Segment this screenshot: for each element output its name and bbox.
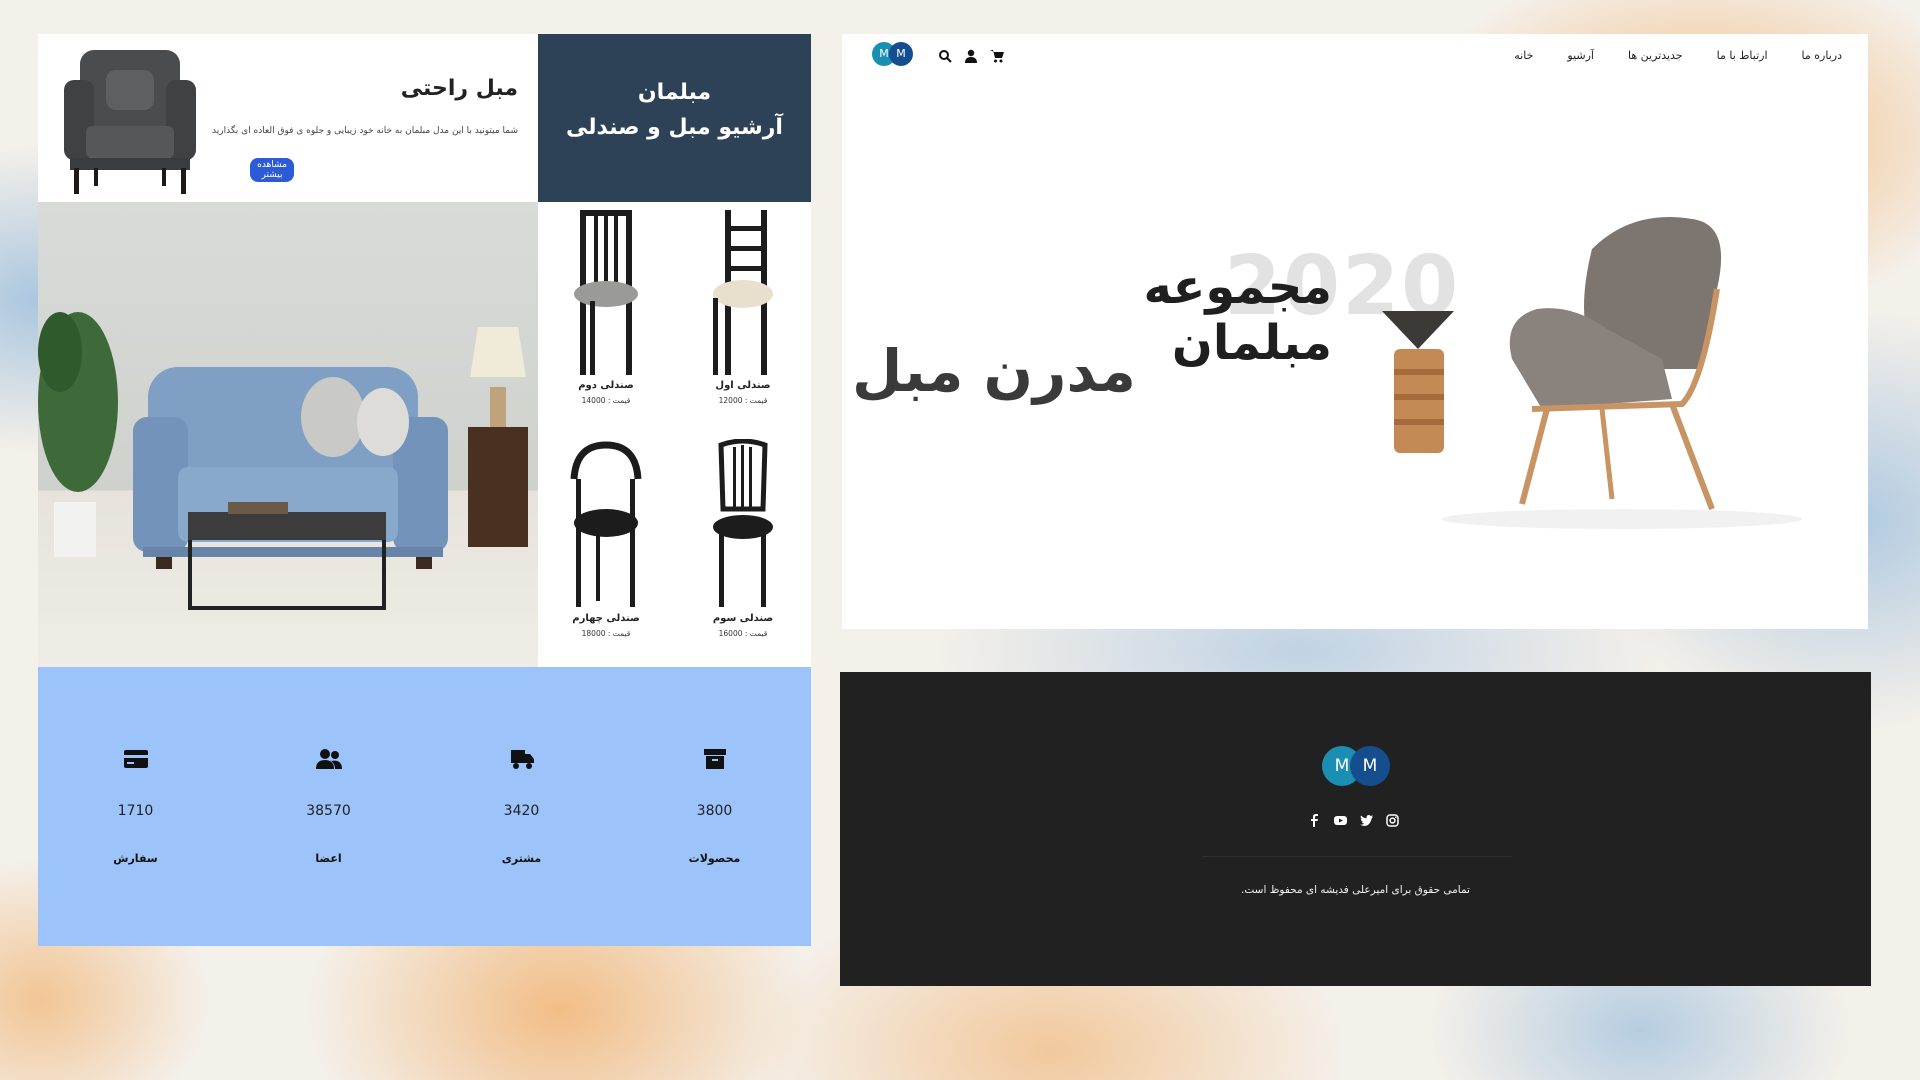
left-page-screenshot: مبل راحتی شما میتونید با این مدل مبلمان …: [38, 34, 811, 946]
social-links: [1308, 812, 1399, 827]
stat-value: 3800: [696, 803, 733, 819]
users-icon: [316, 749, 342, 769]
chairs-grid: صندلی اول قیمت : 12000 صندلی دوم قیمت : …: [538, 202, 811, 667]
stat-label: اعضا: [315, 852, 342, 865]
chair-price: قیمت : 18000: [581, 629, 631, 638]
hero-description: شما میتونید با این مدل مبلمان به خانه خو…: [212, 126, 518, 136]
stat-value: 38570: [306, 803, 351, 819]
nav-archive[interactable]: آرشیو: [1567, 49, 1594, 62]
card-icon: [124, 750, 148, 768]
footer-screenshot: M M تمامی حقوق برای امیرعلی فدیشه ای محف…: [840, 672, 1871, 986]
nav-icons: [938, 48, 1004, 63]
nav-home[interactable]: خانه: [1514, 49, 1533, 62]
footer-logo[interactable]: M M: [1322, 746, 1390, 788]
headline-line2: مدرن مبل: [852, 337, 1136, 405]
stat-value: 1710: [117, 803, 154, 819]
chair-price: قیمت : 12000: [718, 396, 768, 405]
chair-price: قیمت : 14000: [581, 396, 631, 405]
footer-divider: [1202, 856, 1512, 857]
cart-icon[interactable]: [990, 48, 1004, 63]
stat-members: 38570 اعضا: [232, 667, 425, 946]
stats-section: 3800 محصولات 3420 مشتری 38570 اعضا 1710 …: [38, 667, 811, 946]
chair-image: [713, 439, 773, 607]
navbar: M M خانه آرشیو جدیدترین ها ارتباط با ما …: [842, 34, 1868, 78]
right-page-screenshot: M M خانه آرشیو جدیدترین ها ارتباط با ما …: [842, 34, 1868, 629]
stat-orders: 1710 سفارش: [39, 667, 232, 946]
armchair-image: [64, 50, 196, 194]
instagram-icon[interactable]: [1386, 812, 1399, 827]
chair-image: [570, 441, 642, 607]
chair-image: [574, 210, 638, 375]
view-more-button[interactable]: مشاهده بیشتر: [250, 158, 294, 182]
logo-letter: M: [1350, 746, 1390, 786]
twitter-icon[interactable]: [1360, 812, 1373, 826]
stat-label: سفارش: [113, 852, 158, 865]
chair-card[interactable]: صندلی اول قیمت : 12000: [675, 202, 811, 434]
stat-value: 3420: [503, 803, 540, 819]
lounge-chair-image: [1382, 217, 1802, 529]
search-icon[interactable]: [938, 48, 952, 63]
featured-sofa-section: مبل راحتی شما میتونید با این مدل مبلمان …: [38, 34, 538, 202]
nav-newest[interactable]: جدیدترین ها: [1628, 49, 1683, 62]
chair-card[interactable]: صندلی دوم قیمت : 14000: [538, 202, 674, 434]
user-icon[interactable]: [964, 48, 978, 63]
stat-label: مشتری: [501, 852, 542, 865]
chair-card[interactable]: صندلی سوم قیمت : 16000: [675, 435, 811, 667]
copyright-text: تمامی حقوق برای امیرعلی فدیشه ای محفوظ ا…: [1241, 884, 1470, 896]
hero-title: مبل راحتی: [400, 76, 518, 101]
chair-price: قیمت : 16000: [718, 629, 768, 638]
nav-about[interactable]: درباره ما: [1802, 49, 1842, 62]
nav-contact[interactable]: ارتباط با ما: [1717, 49, 1768, 62]
brand-banner: مبلمان آرشیو مبل و صندلی: [538, 34, 811, 202]
truck-icon: [511, 750, 534, 769]
chair-image: [713, 210, 773, 375]
youtube-icon[interactable]: [1334, 812, 1347, 825]
site-logo[interactable]: M M: [872, 42, 914, 66]
chair-name: صندلی سوم: [712, 613, 774, 624]
chair-name: صندلی اول: [715, 380, 771, 391]
brand-title: مبلمان: [637, 80, 712, 105]
living-room-image: [38, 202, 538, 667]
chair-name: صندلی دوم: [578, 380, 634, 391]
facebook-icon[interactable]: [1308, 812, 1321, 827]
chair-name: صندلی چهارم: [572, 613, 640, 624]
stat-label: محصولات: [688, 852, 741, 865]
chair-card[interactable]: صندلی چهارم قیمت : 18000: [538, 435, 674, 667]
archive-icon: [704, 749, 726, 769]
logo-letter: M: [889, 42, 913, 66]
stat-products: 3800 محصولات: [618, 667, 811, 946]
nav-links: خانه آرشیو جدیدترین ها ارتباط با ما دربا…: [1514, 49, 1842, 62]
brand-subtitle: آرشیو مبل و صندلی: [566, 115, 783, 140]
stat-customers: 3420 مشتری: [425, 667, 618, 946]
